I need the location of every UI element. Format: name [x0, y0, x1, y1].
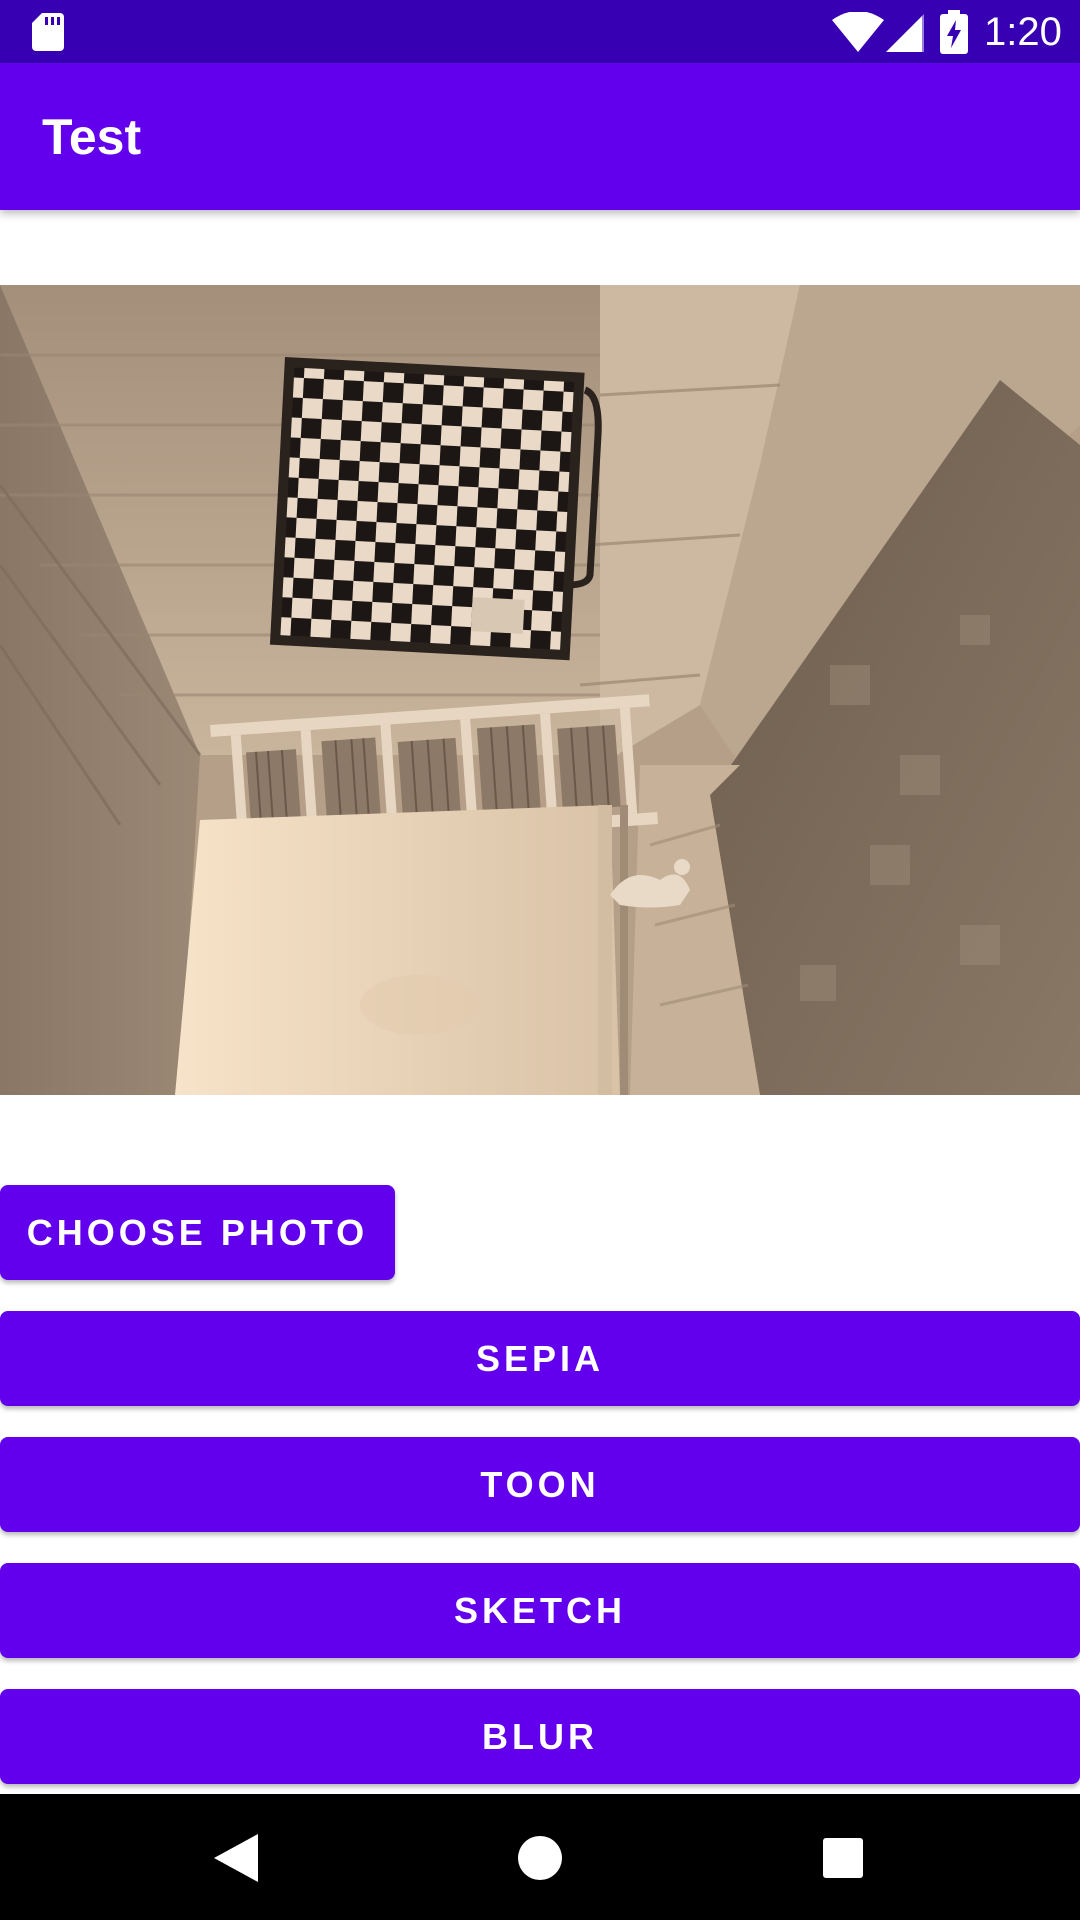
- app-bar: Test: [0, 63, 1080, 210]
- sketch-button[interactable]: SKETCH: [0, 1563, 1080, 1658]
- photo-image: [0, 285, 1080, 1095]
- blur-button[interactable]: BLUR: [0, 1689, 1080, 1784]
- status-bar: 1:20: [0, 0, 1080, 63]
- toon-button[interactable]: TOON: [0, 1437, 1080, 1532]
- status-clock: 1:20: [984, 10, 1062, 54]
- choose-photo-button[interactable]: CHOOSE PHOTO: [0, 1185, 395, 1280]
- sd-card-icon: [32, 13, 64, 51]
- system-navigation-bar: [0, 1794, 1080, 1920]
- recents-icon[interactable]: [823, 1838, 863, 1878]
- sepia-button[interactable]: SEPIA: [0, 1311, 1080, 1406]
- photo-preview: [0, 285, 1080, 1095]
- battery-charging-icon: [940, 10, 968, 54]
- app-title: Test: [42, 109, 142, 165]
- back-icon[interactable]: [214, 1834, 258, 1882]
- home-icon[interactable]: [518, 1836, 562, 1880]
- wifi-icon: [832, 12, 884, 52]
